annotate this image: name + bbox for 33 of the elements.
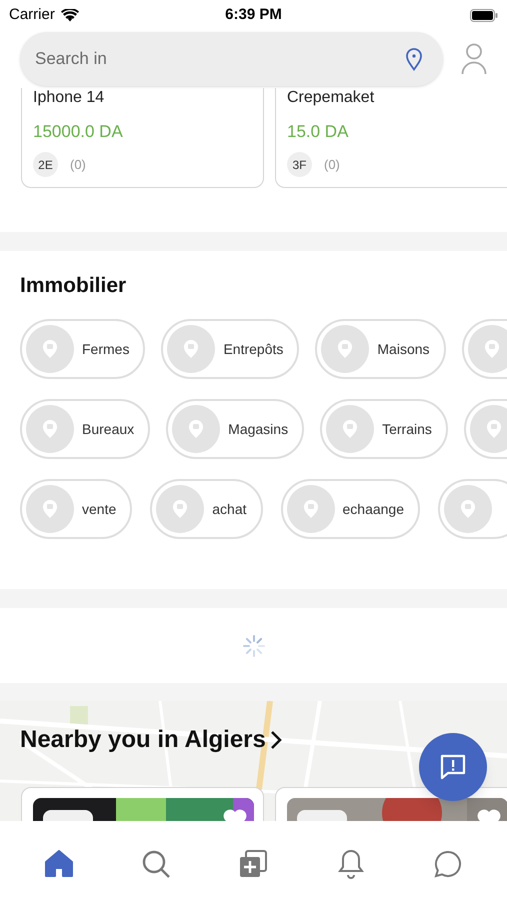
product-price: 15.0 DA (287, 122, 350, 142)
product-price: 15000.0 DA (33, 122, 124, 142)
category-label: echaange (342, 500, 404, 519)
category-label: Terrains (382, 420, 432, 438)
category-label: vente (82, 500, 116, 518)
category-chip[interactable]: achat (150, 479, 262, 539)
review-count: (0) (324, 156, 340, 174)
category-chip[interactable]: Maisons (315, 319, 446, 379)
seller-badge: 2E (33, 152, 58, 177)
product-card[interactable]: Iphone 14 15000.0 DA 2E (0) (21, 88, 264, 188)
carrier-name: Carrier (9, 4, 55, 25)
category-chip[interactable]: Fermes (20, 319, 146, 379)
product-card[interactable]: Crepemaket 15.0 DA 3F (0) (275, 88, 507, 188)
category-chip[interactable]: Bureaux (20, 399, 150, 459)
product-title: Crepemaket (287, 88, 376, 108)
clock-time: 6:39 PM (225, 4, 282, 25)
category-chip[interactable]: echaange (280, 479, 420, 539)
category-label: Maisons (377, 340, 430, 358)
category-label: Fermes (82, 340, 130, 358)
category-chip[interactable]: Magasins (166, 399, 304, 459)
review-count: (0) (70, 156, 86, 174)
category-chip[interactable]: Entrepôts (161, 319, 300, 379)
search-bar[interactable]: Search in (20, 32, 443, 86)
category-label: Bureaux (82, 420, 134, 438)
product-title: Iphone 14 (33, 88, 106, 108)
seller-badge: 3F (287, 152, 312, 177)
section-title: Immobilier (19, 273, 128, 299)
category-chip[interactable]: Terrains (320, 399, 448, 459)
category-chip[interactable]: vente (20, 479, 132, 539)
search-field[interactable]: Search in (35, 46, 405, 72)
category-label: Magasins (228, 420, 288, 439)
category-label: Entrepôts (223, 340, 284, 359)
category-label: achat (212, 500, 246, 518)
